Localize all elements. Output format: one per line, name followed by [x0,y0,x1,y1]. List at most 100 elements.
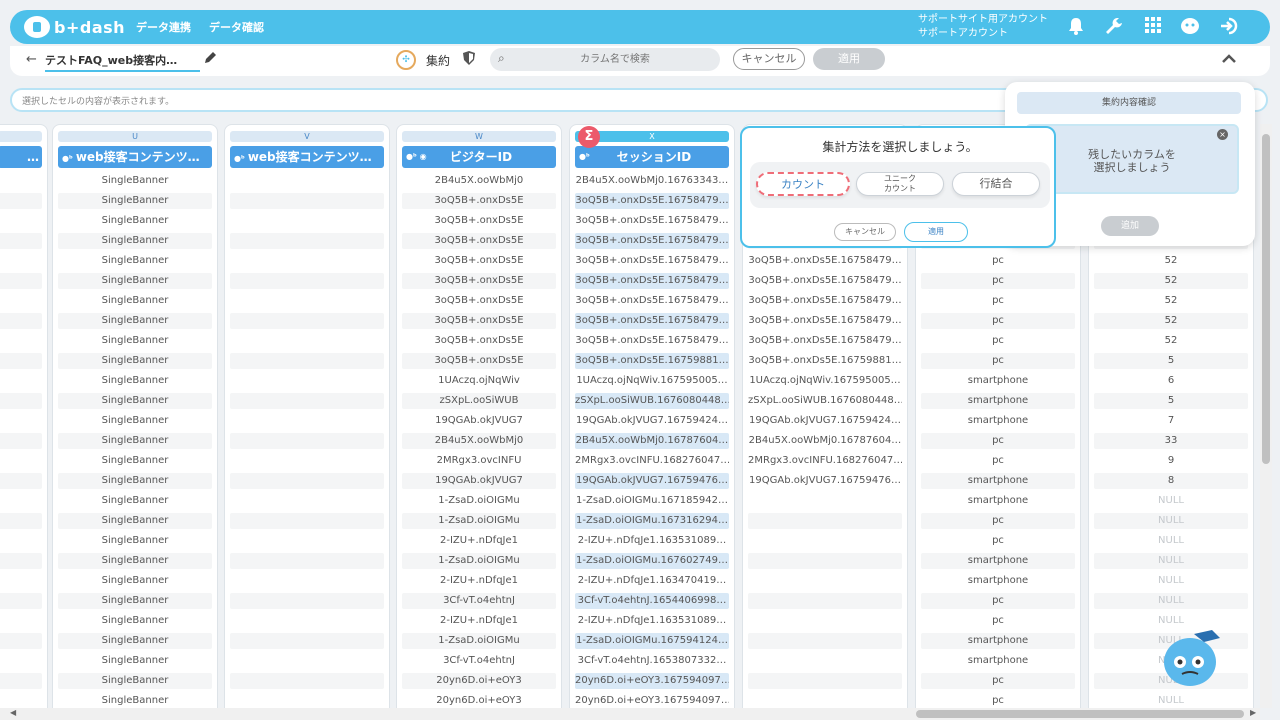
column-drop-area[interactable]: 残したいカラムを 選択しましょう [1025,124,1239,194]
table-cell[interactable]: pc [921,453,1075,469]
table-cell[interactable]: 3oQ5B+.onxDs5E [402,253,556,269]
table-cell[interactable] [0,573,42,589]
table-cell[interactable] [0,253,42,269]
column-header[interactable]: ●ᵇ web接客コンテンツ… [58,146,212,168]
table-cell[interactable] [230,633,384,649]
table-cell[interactable] [230,233,384,249]
table-cell[interactable] [0,233,42,249]
table-cell[interactable] [0,353,42,369]
table-cell[interactable] [230,473,384,489]
table-cell[interactable]: 20yn6D.oi+eOY3 [402,673,556,689]
column-w[interactable]: W ●ᵇ ◉ ビジターID 2B4u5X.ooWbMj0 3oQ5B+.onxDs5… [396,124,562,710]
apply-button[interactable]: 適用 [813,48,885,70]
table-cell[interactable]: 3Cf-vT.o4ehtnJ [402,653,556,669]
nav-data-integration[interactable]: データ連携 [136,19,191,35]
count-option[interactable]: カウント [756,172,850,196]
table-cell[interactable]: 3oQ5B+.onxDs5E [402,353,556,369]
table-cell[interactable]: 2-IZU+.nDfqJe1 [402,613,556,629]
table-cell[interactable]: smartphone [921,373,1075,389]
table-cell[interactable]: 52 [1094,253,1248,269]
table-cell[interactable]: 2B4u5X.ooWbMj0.16763343… [575,173,729,189]
table-cell[interactable]: 3oQ5B+.onxDs5E.16759881… [575,353,729,369]
table-cell[interactable]: pc [921,353,1075,369]
table-cell[interactable]: 52 [1094,293,1248,309]
table-cell[interactable]: 3oQ5B+.onxDs5E [402,333,556,349]
file-name[interactable]: テストFAQ_web接客内… [45,52,200,72]
table-cell[interactable] [0,433,42,449]
table-cell[interactable]: 7 [1094,413,1248,429]
unique-count-option[interactable]: ユニーク カウント [856,172,944,196]
search-input[interactable] [520,51,710,68]
table-cell[interactable]: 2MRgx3.ovcINFU.168276047… [575,453,729,469]
table-cell[interactable]: 3oQ5B+.onxDs5E [402,213,556,229]
table-cell[interactable]: smartphone [921,573,1075,589]
table-cell[interactable]: SingleBanner [58,333,212,349]
table-cell[interactable]: 2-IZU+.nDfqJe1.163470419… [575,573,729,589]
table-cell[interactable]: 2B4u5X.ooWbMj0.16787604… [748,433,902,449]
app-logo[interactable]: b+dash [24,15,125,39]
table-cell[interactable]: 2-IZU+.nDfqJe1 [402,533,556,549]
table-cell[interactable]: 3oQ5B+.onxDs5E.16758479… [575,273,729,289]
table-cell[interactable] [748,513,902,529]
table-cell[interactable] [230,553,384,569]
column-header[interactable]: ●ᵇ セッションID [575,146,729,168]
table-cell[interactable]: 19QGAb.okJVUG7.16759476… [575,473,729,489]
table-cell[interactable]: smartphone [921,553,1075,569]
table-cell[interactable] [230,513,384,529]
table-cell[interactable]: SingleBanner [58,353,212,369]
table-cell[interactable]: SingleBanner [58,233,212,249]
table-cell[interactable]: 33 [1094,433,1248,449]
table-cell[interactable] [230,573,384,589]
table-cell[interactable]: SingleBanner [58,653,212,669]
table-cell[interactable] [230,293,384,309]
table-cell[interactable]: 3oQ5B+.onxDs5E.16758479… [748,333,902,349]
table-cell[interactable]: pc [921,313,1075,329]
table-cell[interactable] [0,293,42,309]
table-cell[interactable]: 1UAczq.ojNqWiv.167595005… [575,373,729,389]
table-cell[interactable]: SingleBanner [58,273,212,289]
table-cell[interactable]: pc [921,253,1075,269]
table-cell[interactable]: SingleBanner [58,393,212,409]
table-cell[interactable] [0,473,42,489]
popup-apply-button[interactable]: 適用 [904,222,968,242]
table-cell[interactable]: NULL [1094,553,1248,569]
table-cell[interactable]: smartphone [921,413,1075,429]
table-cell[interactable] [0,653,42,669]
table-cell[interactable]: 1-ZsaD.oiOIGMu.167594124… [575,633,729,649]
horizontal-scrollbar[interactable]: ◀ ▶ [0,708,1260,720]
table-cell[interactable]: SingleBanner [58,413,212,429]
table-cell[interactable]: 3oQ5B+.onxDs5E [402,193,556,209]
table-cell[interactable]: 3oQ5B+.onxDs5E.16758479… [575,333,729,349]
scroll-left-icon[interactable]: ◀ [10,708,16,717]
table-cell[interactable]: 3oQ5B+.onxDs5E.16758479… [748,293,902,309]
table-cell[interactable]: 2B4u5X.ooWbMj0 [402,173,556,189]
table-cell[interactable]: 2-IZU+.nDfqJe1.163531089… [575,613,729,629]
column-u[interactable]: U ●ᵇ web接客コンテンツ… SingleBanner SingleBanner… [52,124,218,710]
table-cell[interactable] [230,593,384,609]
table-cell[interactable] [230,333,384,349]
table-cell[interactable]: 2-IZU+.nDfqJe1 [402,573,556,589]
table-cell[interactable] [0,313,42,329]
table-cell[interactable]: 2B4u5X.ooWbMj0.16787604… [575,433,729,449]
table-cell[interactable]: SingleBanner [58,633,212,649]
vertical-scrollbar[interactable] [1260,124,1272,708]
table-cell[interactable]: SingleBanner [58,553,212,569]
table-cell[interactable]: 1UAczq.ojNqWiv.167595005… [748,373,902,389]
table-cell[interactable]: 6 [1094,373,1248,389]
table-cell[interactable]: 20yn6D.oi+eOY3.167594097… [575,693,729,709]
table-cell[interactable]: SingleBanner [58,613,212,629]
table-cell[interactable] [0,173,42,189]
table-cell[interactable] [0,373,42,389]
table-cell[interactable] [748,573,902,589]
table-cell[interactable]: pc [921,693,1075,709]
table-cell[interactable]: 3Cf-vT.o4ehtnJ [402,593,556,609]
table-cell[interactable]: SingleBanner [58,173,212,189]
table-cell[interactable]: 3oQ5B+.onxDs5E.16759881… [748,353,902,369]
table-cell[interactable]: 1-ZsaD.oiOIGMu [402,493,556,509]
scroll-thumb[interactable] [1262,134,1270,464]
table-cell[interactable]: SingleBanner [58,593,212,609]
table-cell[interactable]: SingleBanner [58,293,212,309]
table-cell[interactable]: 19QGAb.okJVUG7 [402,413,556,429]
table-cell[interactable]: SingleBanner [58,313,212,329]
table-cell[interactable]: 3oQ5B+.onxDs5E.16758479… [575,293,729,309]
